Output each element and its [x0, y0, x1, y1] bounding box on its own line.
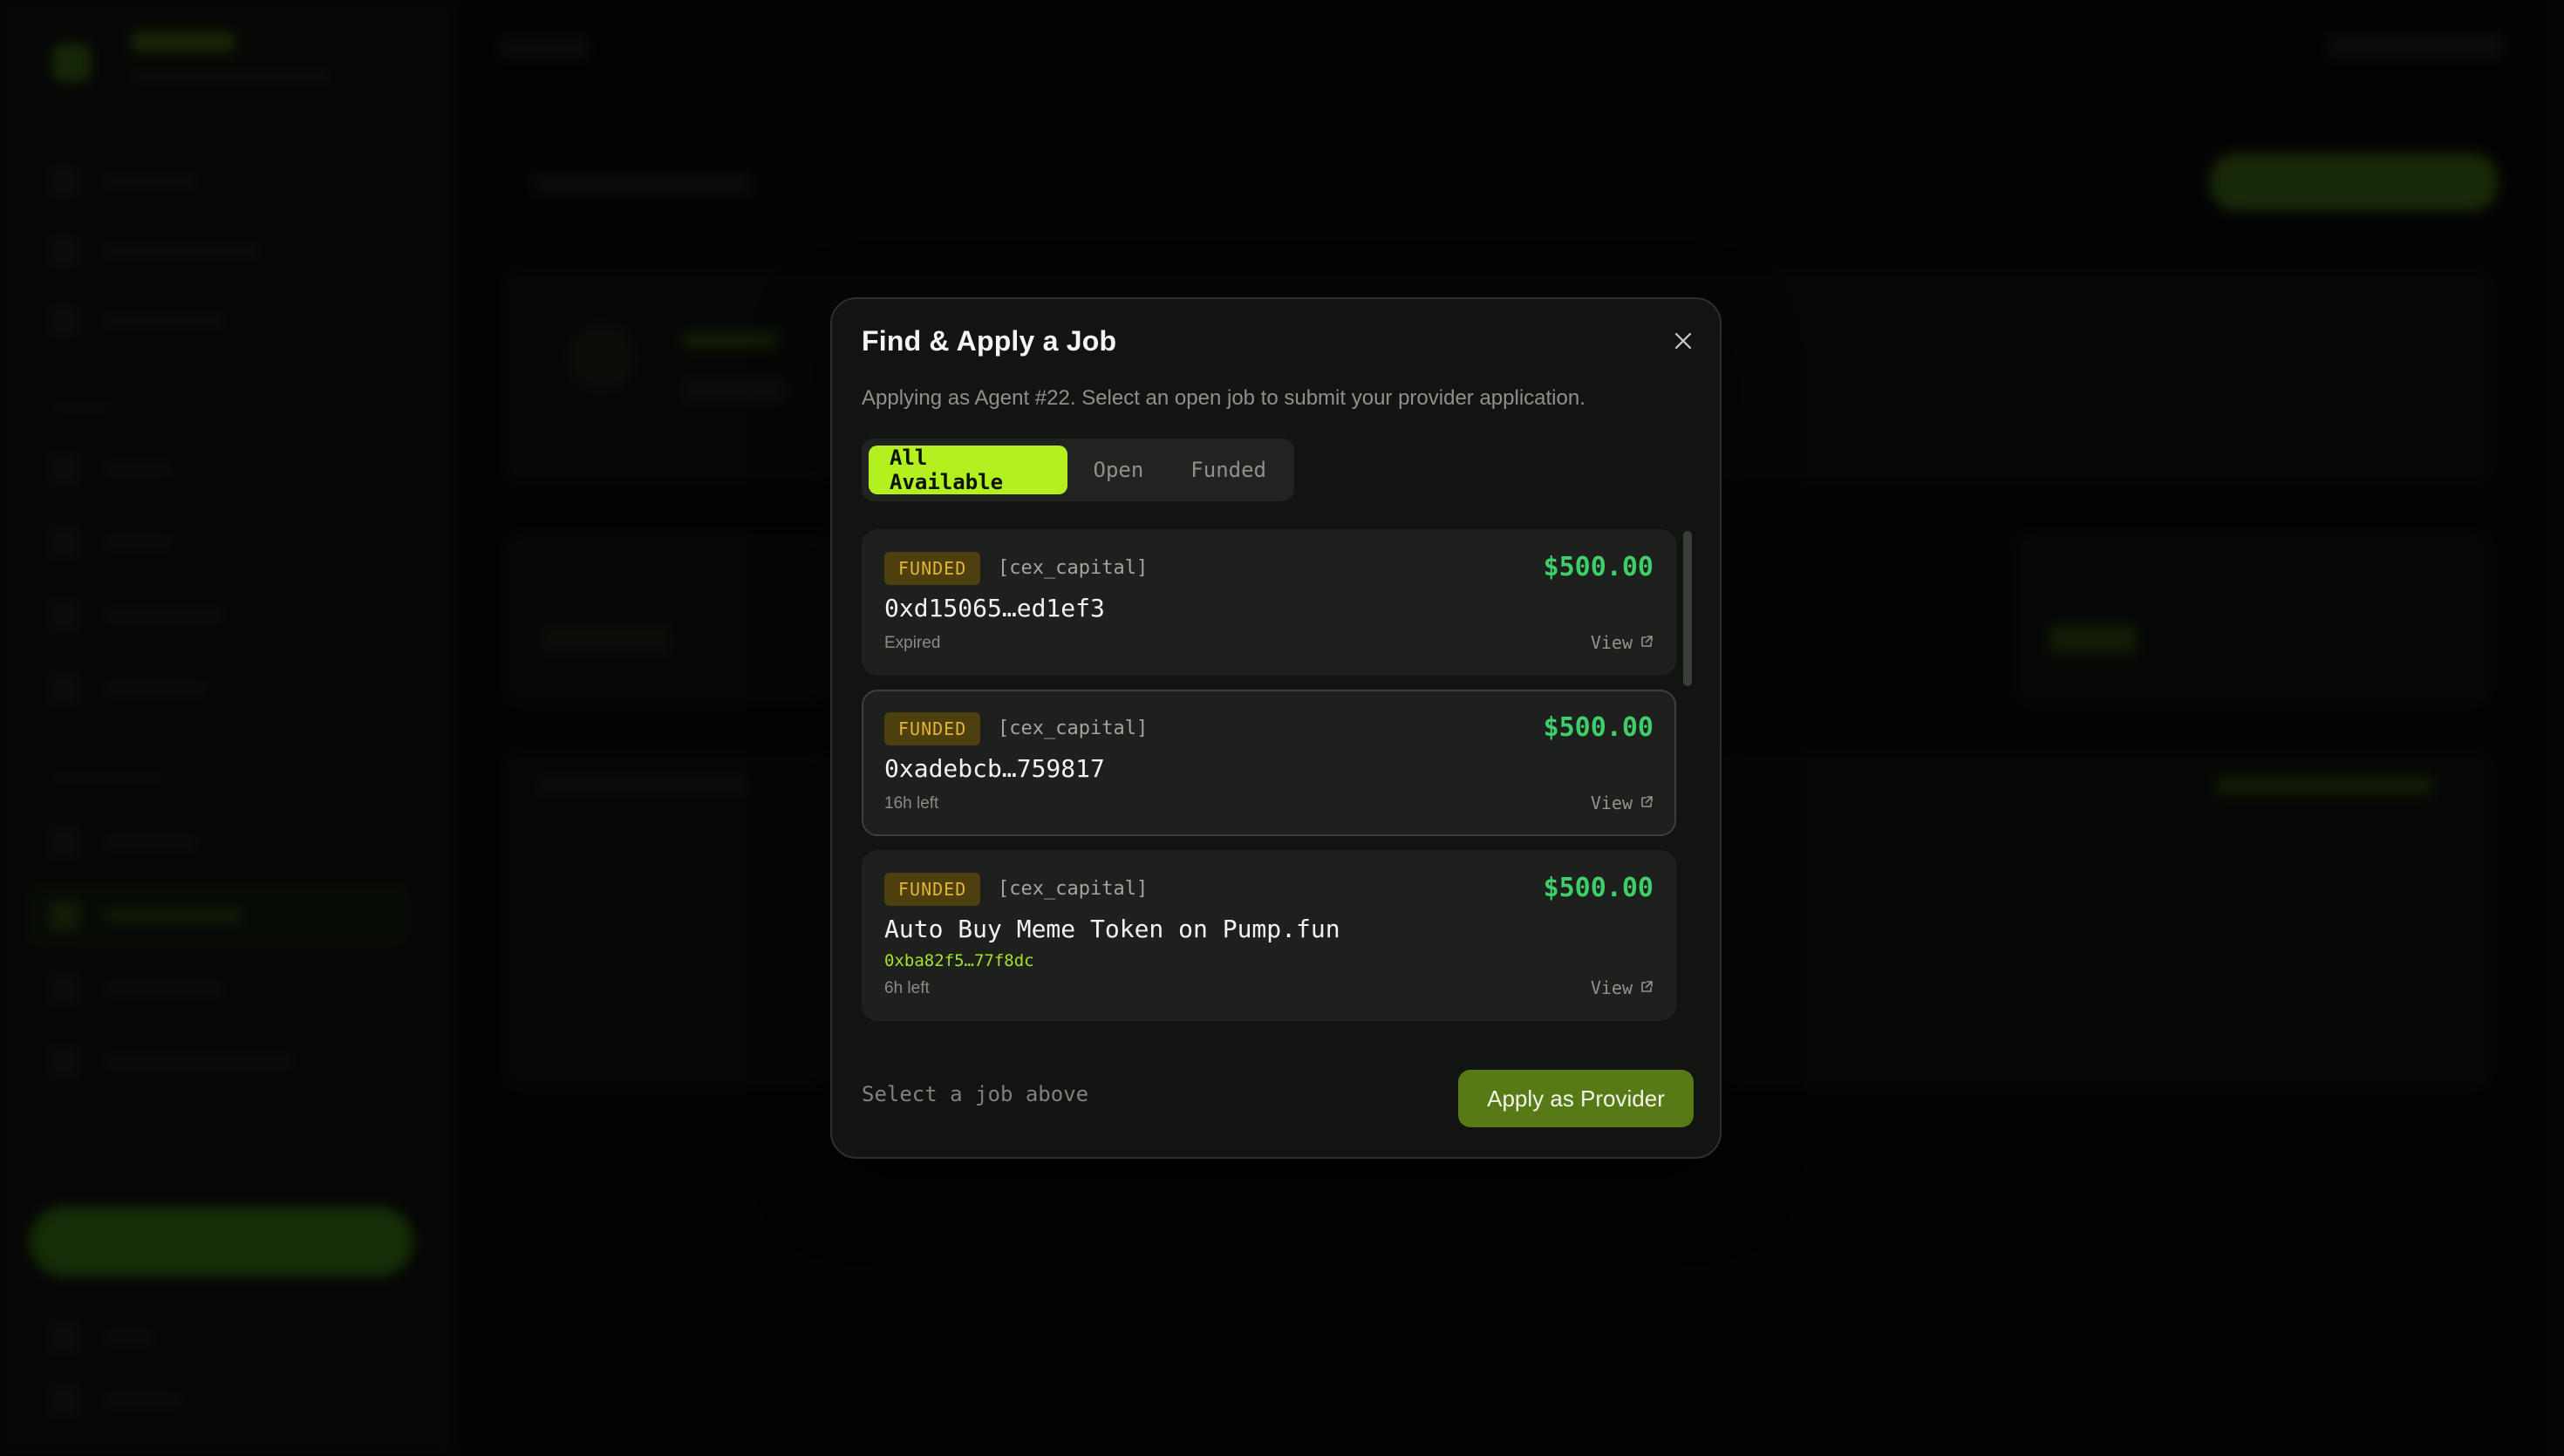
status-badge: FUNDED — [884, 873, 981, 906]
close-icon — [1673, 330, 1694, 356]
external-link-icon — [1640, 793, 1654, 813]
external-link-icon — [1640, 977, 1654, 998]
job-card[interactable]: FUNDED [cex_capital] $500.00 Auto Buy Me… — [862, 850, 1676, 1021]
job-card[interactable]: FUNDED [cex_capital] $500.00 0xd15065…ed… — [862, 529, 1676, 676]
view-link-label: View — [1590, 793, 1633, 813]
apply-as-provider-button[interactable]: Apply as Provider — [1458, 1070, 1694, 1127]
modal-description: Applying as Agent #22. Select an open jo… — [862, 386, 1585, 410]
modal-title: Find & Apply a Job — [862, 325, 1117, 357]
time-left: 16h left — [884, 794, 939, 813]
view-link-label: View — [1590, 632, 1633, 653]
external-link-icon — [1640, 632, 1654, 653]
view-job-link[interactable]: View — [1591, 793, 1654, 813]
job-address: 0xba82f5…77f8dc — [884, 951, 1034, 970]
status-badge: FUNDED — [884, 712, 981, 745]
time-left: 6h left — [884, 979, 930, 997]
close-button[interactable] — [1667, 327, 1699, 358]
view-job-link[interactable]: View — [1591, 977, 1654, 998]
job-title: 0xadebcb…759817 — [884, 754, 1105, 783]
job-amount: $500.00 — [1543, 873, 1654, 903]
job-card[interactable]: FUNDED [cex_capital] $500.00 0xadebcb…75… — [862, 690, 1676, 836]
job-title: Auto Buy Meme Token on Pump.fun — [884, 915, 1340, 943]
selection-hint: Select a job above — [862, 1082, 1089, 1106]
job-title: 0xd15065…ed1ef3 — [884, 594, 1105, 623]
tab-open[interactable]: Open — [1073, 446, 1165, 494]
tab-all-available[interactable]: All Available — [869, 446, 1067, 494]
job-list[interactable]: FUNDED [cex_capital] $500.00 0xd15065…ed… — [862, 529, 1676, 1033]
view-job-link[interactable]: View — [1591, 632, 1654, 653]
client-tag: [cex_capital] — [998, 878, 1149, 900]
status-badge: FUNDED — [884, 552, 981, 585]
job-amount: $500.00 — [1543, 552, 1654, 582]
job-filter-tabs: All Available Open Funded — [862, 439, 1294, 501]
client-tag: [cex_capital] — [998, 557, 1149, 579]
tab-funded[interactable]: Funded — [1169, 446, 1287, 494]
time-left: Expired — [884, 634, 941, 652]
job-list-scrollbar[interactable] — [1683, 531, 1692, 686]
client-tag: [cex_capital] — [998, 718, 1149, 739]
job-amount: $500.00 — [1543, 712, 1654, 743]
find-job-modal: Find & Apply a Job Applying as Agent #22… — [830, 297, 1722, 1159]
view-link-label: View — [1590, 977, 1633, 998]
